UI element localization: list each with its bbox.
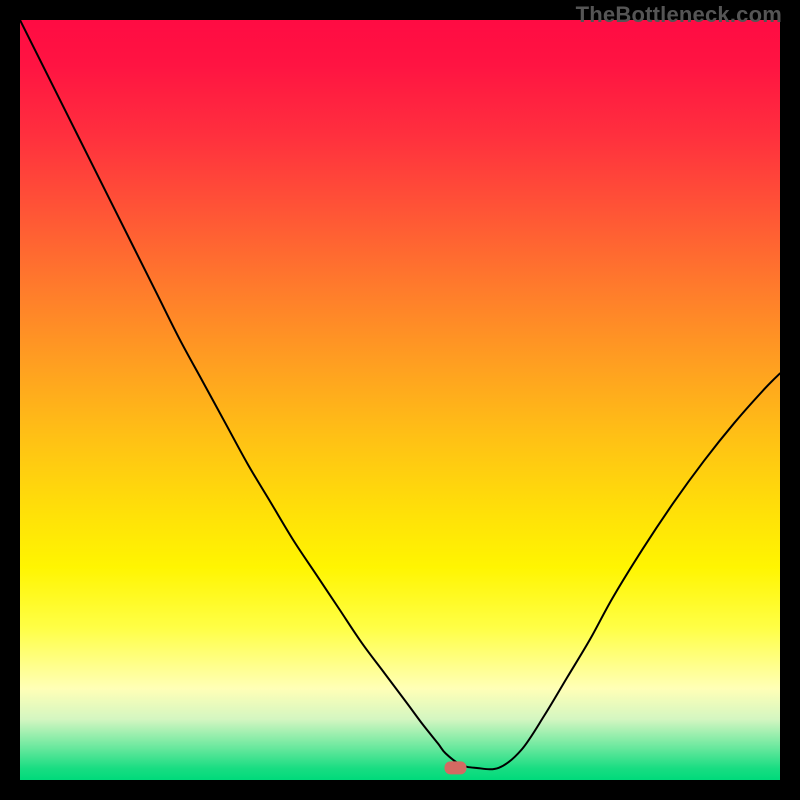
- chart-svg: [20, 20, 780, 780]
- optimal-marker: [444, 761, 466, 774]
- chart-frame: TheBottleneck.com: [0, 0, 800, 800]
- plot-area: [20, 20, 780, 780]
- chart-background: [20, 20, 780, 780]
- watermark-label: TheBottleneck.com: [576, 2, 782, 28]
